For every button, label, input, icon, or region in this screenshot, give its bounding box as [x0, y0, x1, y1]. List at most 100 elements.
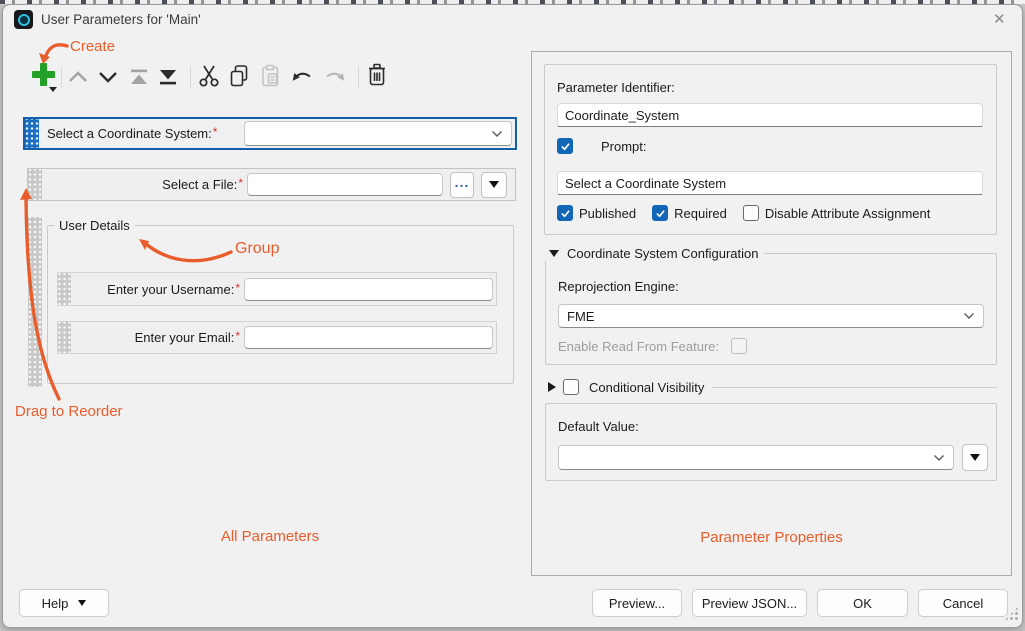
parameter-row-username[interactable]: Enter your Username:*: [57, 272, 497, 306]
file-input[interactable]: [247, 173, 443, 196]
enable-read-checkbox: [731, 338, 747, 354]
paste-icon: [258, 63, 282, 89]
close-icon[interactable]: ✕: [993, 11, 1006, 29]
chevron-down-icon: [963, 312, 975, 320]
move-to-top-icon: [128, 67, 150, 87]
toolbar-separator: [61, 66, 62, 89]
fme-app-icon: [14, 10, 33, 29]
fme-app-icon-ring: [18, 14, 30, 26]
default-value-label: Default Value:: [558, 419, 639, 434]
drag-handle[interactable]: [58, 322, 71, 353]
default-value-combobox[interactable]: [558, 445, 954, 470]
identifier-label: Parameter Identifier:: [557, 80, 675, 95]
ok-button[interactable]: OK: [817, 589, 908, 617]
move-to-top-button[interactable]: [127, 66, 151, 88]
parameter-row-file[interactable]: Select a File:* ...: [27, 168, 516, 201]
chevron-down-icon: [933, 454, 945, 462]
preview-button[interactable]: Preview...: [592, 589, 682, 617]
annotation-create: Create: [70, 38, 115, 55]
coordsys-config-header[interactable]: Coordinate System Configuration: [544, 246, 764, 261]
parameter-identifier-input[interactable]: [557, 103, 983, 127]
parameter-label: Select a File:*: [42, 177, 243, 192]
disable-attribute-assignment-checkbox[interactable]: [743, 205, 759, 221]
group-title: User Details: [54, 218, 135, 233]
toolbar-separator: [358, 66, 359, 89]
check-icon: [560, 141, 571, 152]
coordinate-system-combobox[interactable]: [244, 121, 512, 146]
enable-read-row: Enable Read From Feature:: [558, 338, 747, 354]
drag-handle[interactable]: [58, 273, 71, 305]
conditional-visibility-header[interactable]: Conditional Visibility: [548, 379, 997, 395]
scissors-icon: [196, 63, 222, 89]
prompt-row: Prompt:: [557, 138, 647, 154]
annotation-group: Group: [235, 240, 279, 258]
parameter-row-email[interactable]: Enter your Email:*: [57, 321, 497, 354]
chevron-down-icon: [491, 130, 503, 138]
annotation-all-parameters: All Parameters: [23, 528, 517, 545]
section-collapsed-icon: [548, 382, 556, 392]
undo-icon: [289, 67, 315, 87]
check-icon: [655, 208, 666, 219]
chevron-down-icon: [97, 67, 119, 87]
drag-handle[interactable]: [28, 169, 42, 200]
disable-attribute-assignment-label: Disable Attribute Assignment: [765, 206, 930, 221]
prompt-input[interactable]: [557, 171, 983, 195]
paste-button[interactable]: [258, 63, 282, 89]
file-options-dropdown-button[interactable]: [481, 172, 507, 198]
reprojection-engine-label: Reprojection Engine:: [558, 279, 679, 294]
username-input[interactable]: [244, 278, 493, 301]
parameter-row-coordinate-system[interactable]: Select a Coordinate System:*: [23, 117, 517, 150]
redo-icon: [322, 67, 348, 87]
add-parameter-dropdown-icon[interactable]: [49, 87, 57, 92]
required-marker: *: [238, 176, 243, 190]
dialog-title: User Parameters for 'Main': [41, 12, 201, 27]
reprojection-engine-combobox[interactable]: FME: [558, 304, 984, 328]
published-checkbox[interactable]: [557, 205, 573, 221]
toolbar-separator: [190, 66, 191, 89]
move-down-button[interactable]: [96, 66, 120, 88]
cut-button[interactable]: [196, 63, 222, 89]
conditional-visibility-checkbox[interactable]: [563, 379, 579, 395]
cancel-button[interactable]: Cancel: [918, 589, 1008, 617]
parameter-label: Enter your Email:*: [71, 330, 240, 345]
copy-icon: [227, 63, 251, 89]
section-expanded-icon: [549, 250, 559, 257]
annotation-parameter-properties: Parameter Properties: [531, 529, 1012, 546]
enable-read-label: Enable Read From Feature:: [558, 339, 719, 354]
coordsys-config-label: Coordinate System Configuration: [567, 246, 759, 261]
plus-icon: [32, 71, 55, 78]
undo-button[interactable]: [288, 67, 316, 87]
required-checkbox[interactable]: [652, 205, 668, 221]
move-to-bottom-icon: [157, 67, 179, 87]
required-marker: *: [235, 281, 240, 295]
help-button[interactable]: Help: [19, 589, 109, 617]
preview-json-button[interactable]: Preview JSON...: [692, 589, 807, 617]
parameter-label: Select a Coordinate System:*: [47, 126, 217, 141]
browse-button[interactable]: ...: [450, 172, 474, 198]
section-line: [712, 387, 997, 388]
email-input[interactable]: [244, 326, 493, 349]
delete-button[interactable]: [365, 62, 389, 90]
prompt-checkbox[interactable]: [557, 138, 573, 154]
parameter-label: Enter your Username:*: [71, 282, 240, 297]
group-drag-handle[interactable]: [28, 217, 42, 387]
move-up-button[interactable]: [66, 66, 90, 88]
triangle-down-icon: [489, 181, 499, 188]
move-to-bottom-button[interactable]: [156, 66, 180, 88]
required-marker: *: [213, 125, 218, 139]
user-parameters-dialog-screen: User Parameters for 'Main' ✕ Create: [0, 0, 1025, 631]
copy-button[interactable]: [227, 63, 251, 89]
ellipsis-icon: ...: [455, 178, 470, 186]
triangle-down-icon: [970, 454, 980, 461]
drag-handle[interactable]: [25, 119, 39, 148]
required-marker: *: [235, 329, 240, 343]
default-value-options-button[interactable]: [962, 444, 988, 471]
prompt-label: Prompt:: [601, 139, 647, 154]
redo-button[interactable]: [321, 67, 349, 87]
annotation-drag-to-reorder: Drag to Reorder: [15, 403, 123, 420]
flags-row: Published Required Disable Attribute Ass…: [557, 205, 930, 221]
check-icon: [560, 208, 571, 219]
conditional-visibility-label: Conditional Visibility: [589, 380, 704, 395]
trash-icon: [365, 62, 389, 90]
add-parameter-button[interactable]: [32, 63, 56, 87]
